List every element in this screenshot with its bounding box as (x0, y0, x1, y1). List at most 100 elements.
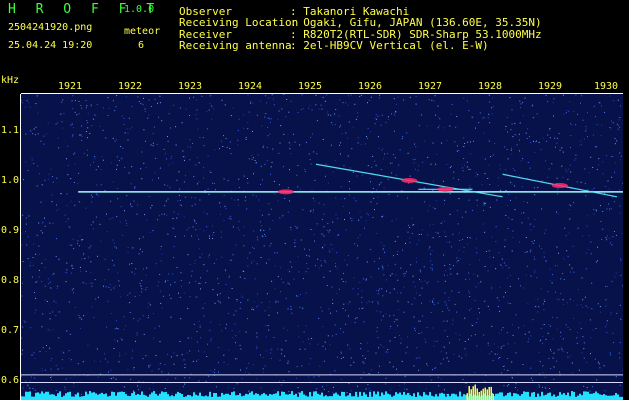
noise-speck (577, 113, 579, 115)
noise-speck (171, 356, 172, 358)
baseline-burst (472, 386, 474, 400)
noise-speck (330, 244, 332, 246)
noise-speck (346, 264, 348, 266)
y-axis-unit: kHz (1, 75, 20, 86)
noise-speck (340, 351, 342, 353)
noise-speck (595, 146, 597, 148)
noise-speck (482, 223, 484, 225)
noise-speck (180, 280, 182, 281)
noise-speck (444, 220, 445, 222)
noise-speck (35, 103, 37, 105)
noise-speck (70, 359, 72, 361)
noise-speck (344, 219, 345, 220)
noise-speck (116, 216, 118, 218)
noise-speck (330, 144, 332, 146)
noise-speck (26, 100, 28, 102)
noise-speck (302, 278, 304, 280)
noise-speck (422, 315, 424, 317)
noise-speck (481, 184, 483, 186)
noise-speck (228, 297, 230, 299)
noise-speck (511, 250, 513, 252)
noise-speck (509, 199, 511, 201)
x-tick-label: 1921 (58, 81, 83, 92)
noise-speck (310, 229, 312, 230)
noise-speck (429, 205, 431, 207)
baseline-burst (470, 389, 472, 400)
baseline-noise (441, 392, 443, 400)
noise-speck (169, 187, 171, 189)
baseline-noise (243, 395, 245, 400)
noise-speck (599, 367, 601, 369)
baseline-noise (227, 393, 229, 400)
noise-speck (247, 318, 248, 320)
noise-speck (164, 205, 166, 207)
noise-speck (595, 209, 597, 211)
noise-speck (257, 239, 259, 241)
noise-speck (368, 387, 370, 389)
noise-speck (51, 375, 53, 377)
baseline-noise (539, 396, 541, 400)
noise-speck (483, 132, 485, 134)
antenna-value: : 2el-HB9CV Vertical (el. E-W) (290, 39, 489, 52)
noise-speck (394, 336, 396, 338)
noise-speck (610, 208, 612, 210)
noise-speck (62, 127, 64, 129)
baseline-noise (425, 394, 427, 400)
noise-speck (450, 113, 452, 115)
noise-speck (41, 367, 43, 369)
noise-speck (519, 100, 521, 102)
noise-speck (127, 251, 129, 253)
noise-speck (243, 127, 245, 129)
noise-speck (151, 205, 153, 206)
noise-speck (569, 298, 571, 300)
noise-speck (528, 331, 530, 333)
noise-speck (340, 124, 341, 126)
noise-speck (221, 330, 222, 332)
noise-speck (209, 95, 211, 97)
noise-speck (470, 335, 472, 337)
noise-speck (583, 348, 585, 350)
noise-speck (570, 171, 572, 173)
noise-speck (362, 361, 364, 363)
noise-speck (38, 245, 40, 247)
baseline-noise (323, 396, 325, 400)
baseline-noise (609, 395, 611, 400)
noise-speck (590, 156, 592, 158)
noise-speck (220, 213, 221, 215)
noise-speck (590, 337, 592, 339)
baseline-noise (439, 393, 441, 400)
noise-speck (58, 311, 60, 313)
noise-speck (236, 383, 238, 385)
noise-speck (579, 322, 581, 324)
noise-speck (116, 327, 118, 329)
noise-speck (538, 142, 540, 143)
noise-speck (571, 267, 573, 269)
noise-speck (456, 311, 458, 313)
noise-speck (359, 234, 361, 236)
noise-speck (463, 97, 465, 99)
noise-speck (90, 261, 92, 263)
noise-speck (183, 292, 185, 294)
noise-speck (308, 107, 310, 109)
baseline-noise (221, 392, 223, 400)
noise-speck (300, 109, 302, 110)
noise-speck (263, 371, 265, 373)
noise-speck (588, 249, 590, 250)
noise-speck (617, 99, 619, 101)
noise-speck (58, 337, 60, 339)
noise-speck (615, 272, 617, 274)
noise-speck (56, 287, 58, 289)
noise-speck (283, 380, 285, 382)
noise-speck (357, 142, 359, 144)
noise-speck (121, 115, 123, 117)
noise-speck (201, 253, 203, 255)
noise-speck (250, 102, 251, 104)
noise-speck (64, 389, 66, 391)
noise-speck (405, 242, 406, 244)
noise-speck (282, 166, 284, 168)
noise-speck (415, 168, 416, 170)
baseline-noise (167, 394, 169, 400)
noise-speck (78, 113, 80, 115)
noise-speck (417, 169, 419, 171)
y-axis-line (20, 94, 21, 400)
